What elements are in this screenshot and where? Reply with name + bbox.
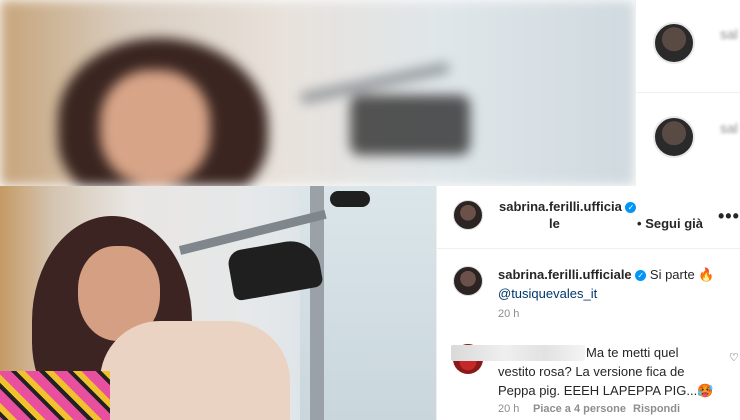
redacted-commenter-username	[451, 345, 585, 361]
comment-line1: Ma te metti quel	[586, 345, 679, 360]
caption-line: sabrina.ferilli.ufficiale ✓ Si parte 🔥	[498, 267, 715, 283]
image-top	[100, 321, 290, 420]
caption-username[interactable]: sabrina.ferilli.ufficiale	[498, 267, 632, 282]
comment-likes[interactable]: Piace a 4 persone	[533, 403, 626, 415]
reply-button[interactable]: Rispondi	[633, 403, 680, 415]
caption-mention[interactable]: @tusiquevales_it	[498, 286, 597, 301]
background-face	[100, 70, 210, 185]
post-author-avatar[interactable]	[453, 200, 483, 230]
header-divider	[437, 248, 740, 249]
username-line2: le	[549, 216, 560, 231]
background-side-text-1: sal	[720, 26, 738, 42]
comment-line2: vestito rosa? La versione fica de	[498, 364, 685, 379]
background-avatar-1	[653, 22, 695, 64]
image-hanger-top	[330, 191, 370, 207]
verified-badge-icon: ✓	[635, 270, 647, 282]
comment-line3: Peppa pig. EEEH LAPEPPA PIG...🥵	[498, 383, 714, 398]
post-author-username[interactable]: sabrina.ferilli.ufficia ✓ le	[499, 198, 637, 232]
background-hangers	[350, 95, 470, 155]
background-side-divider	[636, 92, 740, 93]
username-line1: sabrina.ferilli.ufficia	[499, 199, 622, 214]
post-image[interactable]	[0, 186, 436, 420]
heart-icon[interactable]: ♡	[729, 351, 739, 364]
more-options-icon[interactable]: •••	[718, 206, 740, 227]
background-side-text-2: sal	[720, 120, 738, 136]
caption-text: Si parte 🔥	[649, 267, 715, 282]
caption-author-avatar[interactable]	[453, 266, 483, 296]
background-avatar-2	[653, 116, 695, 158]
caption-time[interactable]: 20 h	[498, 308, 519, 320]
following-label: Segui già	[645, 216, 703, 231]
background-post-photo	[0, 0, 635, 186]
bullet-separator: •	[637, 216, 642, 231]
verified-badge-icon: ✓	[625, 202, 637, 214]
image-clothes	[0, 371, 110, 420]
following-button[interactable]: • Segui già	[637, 216, 703, 231]
comment-time[interactable]: 20 h	[498, 403, 519, 415]
